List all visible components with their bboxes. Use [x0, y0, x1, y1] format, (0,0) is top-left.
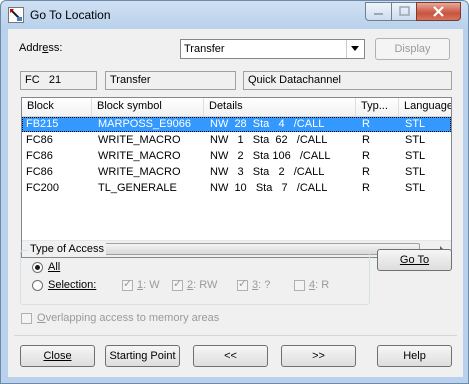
- column-header-type[interactable]: Typ...: [356, 98, 399, 116]
- checkmark-icon: ✓: [123, 278, 133, 290]
- close-icon: [417, 3, 460, 20]
- block-field: FC 21: [20, 71, 97, 90]
- selection-radio-label[interactable]: Selection:: [48, 279, 96, 291]
- minimize-icon: [366, 3, 391, 20]
- check-rw-label: 2: RW: [187, 279, 218, 291]
- overlapping-access-label: Overlapping access to memory areas: [37, 312, 220, 324]
- address-combobox[interactable]: Transfer: [180, 39, 365, 59]
- cell-type: R: [362, 150, 370, 162]
- column-header-block[interactable]: Block: [22, 98, 92, 116]
- previous-button[interactable]: <<: [193, 345, 268, 367]
- separator: [14, 335, 457, 336]
- table-row[interactable]: FC86 WRITE_MACRO NW 1 Sta 62 /CALL R STL: [22, 133, 451, 148]
- cell-symbol: WRITE_MACRO: [98, 166, 181, 178]
- table-row[interactable]: FC86 WRITE_MACRO NW 3 Sta 2 /CALL R STL: [22, 165, 451, 180]
- overlapping-access-checkbox[interactable]: [21, 313, 32, 324]
- minimize-button[interactable]: [365, 2, 392, 21]
- cell-block: FB215: [26, 118, 59, 130]
- check-unknown[interactable]: ✓: [237, 278, 248, 291]
- column-header-block-symbol[interactable]: Block symbol: [92, 98, 204, 116]
- cell-language: STL: [405, 118, 426, 130]
- cell-type: R: [362, 118, 370, 130]
- checkmark-icon: ✓: [238, 278, 248, 290]
- check-r[interactable]: [294, 280, 305, 291]
- table-row[interactable]: FC86 WRITE_MACRO NW 2 Sta 106 /CALL R STL: [22, 149, 451, 164]
- all-radio[interactable]: [32, 262, 43, 273]
- address-dropdown-button[interactable]: [346, 40, 364, 58]
- cell-details: NW 1 Sta 62 /CALL: [210, 134, 328, 146]
- starting-point-button[interactable]: Starting Point: [105, 345, 180, 367]
- cell-type: R: [362, 182, 370, 194]
- cell-details: NW 10 Sta 7 /CALL: [210, 182, 328, 194]
- selection-radio[interactable]: [32, 280, 43, 291]
- app-icon: [8, 7, 24, 23]
- address-label: Address:: [19, 42, 63, 54]
- check-w-label: 1: W: [137, 279, 160, 291]
- cell-symbol: MARPOSS_E9066: [98, 118, 191, 130]
- location-table[interactable]: Block Block symbol Details Typ... Langua…: [21, 97, 452, 258]
- cell-symbol: WRITE_MACRO: [98, 150, 181, 162]
- close-button[interactable]: Close: [20, 345, 95, 367]
- cell-type: R: [362, 134, 370, 146]
- checkmark-icon: ✓: [173, 278, 183, 290]
- cell-language: STL: [405, 182, 426, 194]
- radio-selected-dot: [35, 265, 40, 270]
- table-row[interactable]: FB215 MARPOSS_E9066 NW 28 Sta 4 /CALL R STL: [22, 117, 451, 132]
- display-button[interactable]: Display: [375, 38, 450, 60]
- column-header-language[interactable]: Language: [399, 98, 451, 116]
- table-row[interactable]: FC200 TL_GENERALE NW 10 Sta 7 /CALL R STL: [22, 181, 451, 196]
- title-bar[interactable]: Go To Location: [1, 1, 468, 29]
- cell-language: STL: [405, 166, 426, 178]
- cell-block: FC86: [26, 134, 53, 146]
- address-value: Transfer: [184, 43, 225, 55]
- cell-block: FC86: [26, 166, 53, 178]
- cell-block: FC200: [26, 182, 60, 194]
- cell-type: R: [362, 166, 370, 178]
- dialog-body: Address: Transfer Display FC 21 Transfer…: [8, 29, 463, 377]
- type-of-access-title: Type of Access: [28, 243, 106, 255]
- maximize-icon: [392, 3, 416, 20]
- all-radio-label[interactable]: All: [48, 261, 60, 273]
- cell-details: NW 2 Sta 106 /CALL: [210, 150, 331, 162]
- type-of-access-group: Type of Access All Selection: ✓ 1: W ✓ 2…: [20, 243, 370, 305]
- maximize-button[interactable]: [391, 2, 417, 21]
- go-to-location-window: Go To Location Address: Transfer Display…: [0, 0, 469, 384]
- cell-symbol: TL_GENERALE: [98, 182, 177, 194]
- comment-field: Quick Datachannel: [243, 71, 452, 90]
- chevron-down-icon: [351, 46, 359, 51]
- help-button[interactable]: Help: [377, 345, 452, 367]
- block-symbol-field: Transfer: [105, 71, 236, 90]
- next-button[interactable]: >>: [281, 345, 356, 367]
- check-unknown-label: 3: ?: [252, 279, 271, 291]
- close-window-button[interactable]: [416, 2, 461, 21]
- table-header: Block Block symbol Details Typ... Langua…: [22, 98, 451, 117]
- check-w[interactable]: ✓: [122, 278, 133, 291]
- column-header-details[interactable]: Details: [204, 98, 356, 116]
- cell-details: NW 28 Sta 4 /CALL: [210, 118, 325, 130]
- go-to-button[interactable]: Go To: [377, 249, 452, 271]
- cell-language: STL: [405, 134, 426, 146]
- cell-details: NW 3 Sta 2 /CALL: [210, 166, 325, 178]
- check-r-label: 4: R: [309, 279, 330, 291]
- window-title: Go To Location: [30, 8, 111, 22]
- cell-language: STL: [405, 150, 426, 162]
- cell-block: FC86: [26, 150, 53, 162]
- cell-symbol: WRITE_MACRO: [98, 134, 181, 146]
- check-rw[interactable]: ✓: [172, 278, 183, 291]
